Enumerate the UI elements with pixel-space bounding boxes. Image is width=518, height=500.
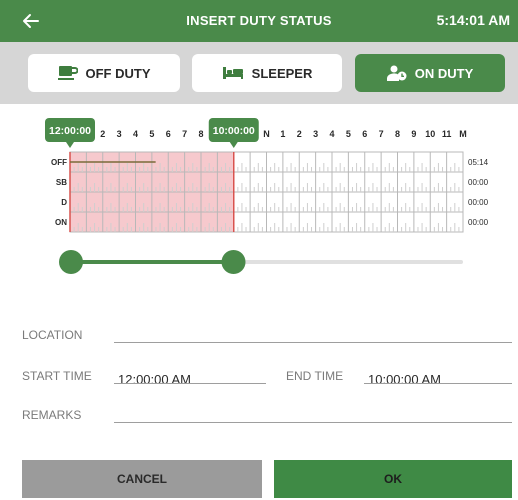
bed-icon (222, 67, 243, 79)
end-time-value[interactable]: 10:00:00 AM (368, 372, 441, 387)
start-time-label: START TIME (22, 369, 92, 383)
hour-label: 6 (362, 129, 367, 139)
hour-label: 8 (395, 129, 400, 139)
end-time-marker-pointer (229, 142, 238, 148)
hour-label: 4 (329, 129, 334, 139)
duty-log-grid: 12345678911N1234567891011MOFF05:14SB00:0… (45, 118, 489, 274)
row-total: 05:14 (468, 158, 489, 167)
hour-label: 6 (166, 129, 171, 139)
hour-label: 4 (133, 129, 138, 139)
driver-clock-icon (386, 65, 407, 81)
hour-label: 3 (117, 129, 122, 139)
row-total: 00:00 (468, 198, 489, 207)
hour-label: M (459, 129, 467, 139)
start-time-marker-label: 12:00:00 (49, 125, 91, 137)
end-time-label: END TIME (286, 369, 344, 383)
hour-label: 11 (442, 129, 452, 139)
hour-label: 2 (297, 129, 302, 139)
hour-label: 7 (182, 129, 187, 139)
hour-label: 1 (280, 129, 285, 139)
hour-label: 5 (346, 129, 351, 139)
remarks-underline (114, 422, 512, 423)
hour-label: 5 (149, 129, 154, 139)
row-label-d: D (61, 198, 67, 207)
coffee-cup-icon (57, 66, 78, 80)
off-duty-button[interactable]: OFF DUTY (28, 54, 180, 92)
cancel-button[interactable]: CANCEL (22, 460, 262, 498)
slider-start-handle[interactable] (59, 250, 83, 274)
hour-label: 10 (425, 129, 435, 139)
row-total: 00:00 (468, 178, 489, 187)
hour-label: 7 (379, 129, 384, 139)
location-label: LOCATION (22, 328, 83, 342)
hour-label: N (263, 129, 270, 139)
duty-log-graph: 12345678911N1234567891011MOFF05:14SB00:0… (0, 104, 518, 284)
clock-display: 5:14:01 AM (436, 12, 510, 28)
start-time-marker-pointer (66, 142, 74, 148)
end-time-marker-label: 10:00:00 (213, 125, 255, 137)
sleeper-button[interactable]: SLEEPER (192, 54, 342, 92)
row-label-off: OFF (51, 158, 67, 167)
end-time-underline (364, 383, 512, 384)
row-label-on: ON (55, 218, 67, 227)
duty-status-selector: OFF DUTY SLEEPER ON DUTY (0, 42, 518, 104)
on-duty-label: ON DUTY (414, 65, 474, 81)
row-total: 00:00 (468, 218, 489, 227)
hour-label: 3 (313, 129, 318, 139)
slider-end-handle[interactable] (221, 250, 246, 274)
sleeper-label: SLEEPER (251, 65, 313, 81)
start-time-value[interactable]: 12:00:00 AM (118, 372, 191, 387)
hour-label: 9 (411, 129, 416, 139)
on-duty-button[interactable]: ON DUTY (355, 54, 505, 92)
row-label-sb: SB (56, 178, 67, 187)
off-duty-label: OFF DUTY (85, 65, 151, 81)
hour-label: 2 (100, 129, 105, 139)
hour-label: 8 (198, 129, 203, 139)
location-underline (114, 342, 512, 343)
start-time-underline (114, 383, 266, 384)
ok-button[interactable]: OK (274, 460, 512, 498)
remarks-label: REMARKS (22, 408, 82, 422)
app-header: INSERT DUTY STATUS 5:14:01 AM (0, 0, 518, 42)
